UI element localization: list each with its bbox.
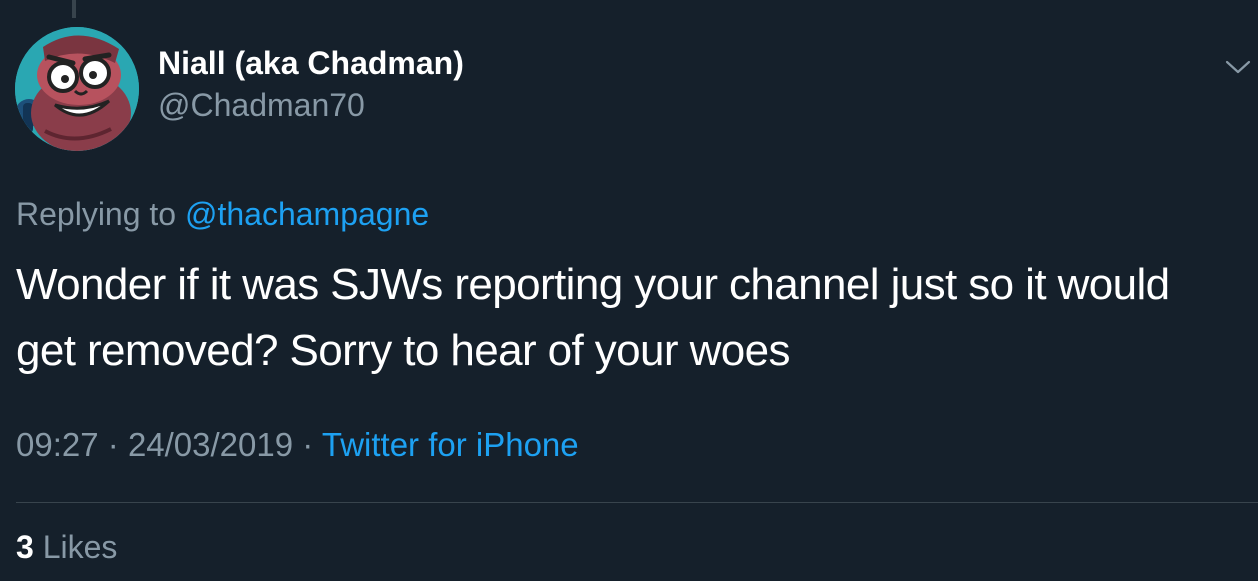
likes-label: Likes (42, 529, 118, 565)
divider (16, 502, 1258, 503)
display-name[interactable]: Niall (aka Chadman) (158, 45, 464, 82)
mention-link[interactable]: @thachampagne (185, 196, 429, 232)
tweet-text-line-2: get removed? Sorry to hear of your woes (16, 326, 790, 375)
thread-connector-line (72, 0, 76, 18)
tweet-time[interactable]: 09:27 (16, 426, 99, 463)
likes-stat[interactable]: 3 Likes (16, 529, 117, 566)
tweet-source-link[interactable]: Twitter for iPhone (322, 426, 579, 463)
chevron-down-icon[interactable] (1224, 56, 1252, 78)
meta-separator: · (302, 426, 314, 463)
replying-to: Replying to @thachampagne (16, 196, 429, 233)
avatar[interactable] (15, 27, 139, 151)
tweet-text-line-1: Wonder if it was SJWs reporting your cha… (16, 260, 1170, 309)
likes-count: 3 (16, 529, 34, 565)
tweet-meta: 09:27 · 24/03/2019 · Twitter for iPhone (16, 426, 579, 464)
meta-separator: · (107, 426, 119, 463)
tweet-text: Wonder if it was SJWs reporting your cha… (16, 252, 1236, 384)
user-handle[interactable]: @Chadman70 (158, 87, 365, 124)
cartoon-face-icon (15, 27, 139, 151)
tweet-date[interactable]: 24/03/2019 (128, 426, 293, 463)
replying-to-label: Replying to (16, 196, 177, 232)
